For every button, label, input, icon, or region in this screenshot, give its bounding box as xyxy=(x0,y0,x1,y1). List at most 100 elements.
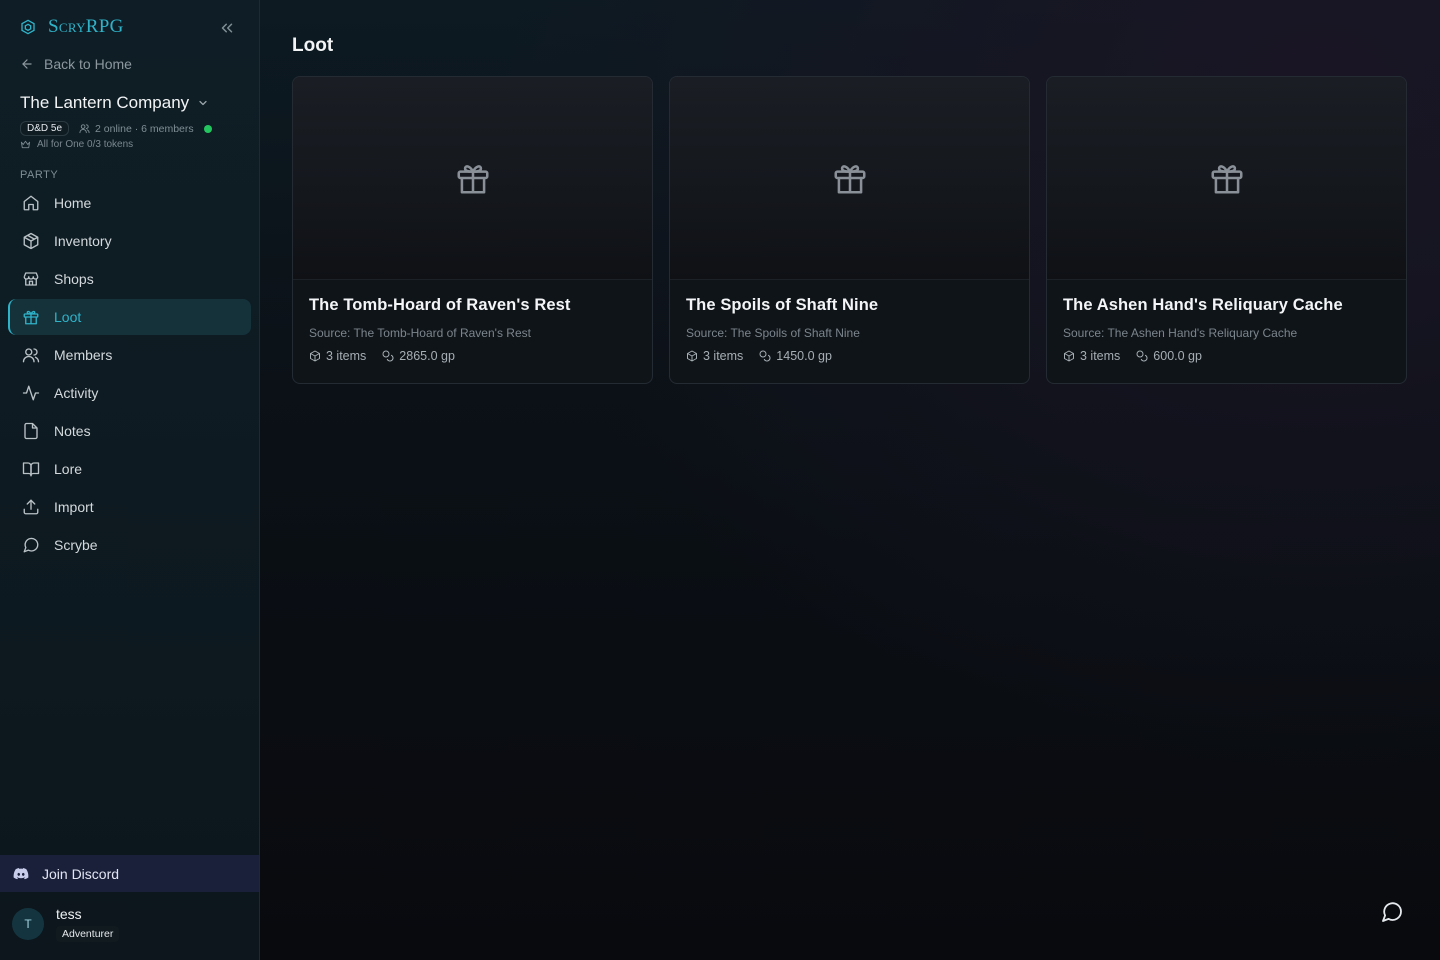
campaign-meta: D&D 5e 2 online · 6 members xyxy=(20,121,240,136)
gift-icon xyxy=(456,165,489,194)
chat-icon xyxy=(23,537,39,553)
loot-card[interactable]: The Spoils of Shaft Nine Source: The Spo… xyxy=(669,76,1030,384)
activity-icon xyxy=(22,385,40,401)
user-role-badge: Adventurer xyxy=(56,926,120,942)
party-section-label: PARTY xyxy=(20,169,59,181)
join-discord-button[interactable]: Join Discord xyxy=(0,855,259,892)
sidebar-nav: Home Inventory Shops Loot Members Activi… xyxy=(8,185,251,565)
brand-name: ScryRPG xyxy=(48,16,124,37)
avatar: T xyxy=(12,908,44,940)
tokens-info: All for One 0/3 tokens xyxy=(20,139,240,150)
sidebar-item-activity[interactable]: Activity xyxy=(8,375,251,411)
tokens-text: All for One 0/3 tokens xyxy=(37,139,134,150)
package-icon xyxy=(687,350,697,362)
sidebar-item-label: Shops xyxy=(54,271,94,287)
back-to-home-label: Back to Home xyxy=(44,56,132,72)
chat-bubble-icon[interactable] xyxy=(1380,900,1404,924)
item-count: 3 items xyxy=(309,349,366,363)
sidebar-item-label: Import xyxy=(54,499,94,515)
members-text: 2 online · 6 members xyxy=(95,122,194,135)
item-count-text: 3 items xyxy=(703,349,744,363)
loot-card-image xyxy=(293,77,652,280)
sidebar-item-label: Notes xyxy=(54,423,91,439)
loot-card-image xyxy=(670,77,1029,280)
gift-icon xyxy=(1210,165,1243,194)
campaign-name: The Lantern Company xyxy=(20,93,190,112)
campaign-info: The Lantern Company D&D 5e 2 online · 6 … xyxy=(20,93,240,150)
brand[interactable]: ScryRPG xyxy=(20,16,124,38)
join-discord-label: Join Discord xyxy=(42,865,120,882)
loot-card-source: Source: The Tomb-Hoard of Raven's Rest xyxy=(309,326,531,340)
collapse-sidebar-icon[interactable] xyxy=(218,19,236,37)
app: ScryRPG Back to Home The Lantern Company… xyxy=(0,0,1440,960)
main-content: Loot The Tomb-Hoard of Raven's Rest Sour… xyxy=(260,0,1440,960)
sidebar-item-loot[interactable]: Loot xyxy=(8,299,251,335)
loot-card-body: The Ashen Hand's Reliquary Cache Source:… xyxy=(1047,280,1406,363)
item-count-text: 3 items xyxy=(326,349,367,363)
gold-value: 600.0 gp xyxy=(1136,349,1202,363)
loot-card-title: The Spoils of Shaft Nine xyxy=(686,296,879,314)
discord-icon xyxy=(13,867,29,879)
coins-icon xyxy=(1136,350,1148,362)
online-status-dot xyxy=(203,124,212,133)
loot-card-source: Source: The Ashen Hand's Reliquary Cache xyxy=(1063,326,1298,340)
gold-value-text: 1450.0 gp xyxy=(776,349,832,363)
arrow-left-icon xyxy=(22,59,32,69)
game-system-badge: D&D 5e xyxy=(20,121,70,136)
gold-value: 1450.0 gp xyxy=(759,349,832,363)
sidebar-item-import[interactable]: Import xyxy=(8,489,251,525)
loot-card-body: The Tomb-Hoard of Raven's Rest Source: T… xyxy=(293,280,652,363)
loot-card-title: The Tomb-Hoard of Raven's Rest xyxy=(309,296,571,314)
item-count: 3 items xyxy=(1063,349,1120,363)
loot-card-body: The Spoils of Shaft Nine Source: The Spo… xyxy=(670,280,1029,363)
sidebar-item-lore[interactable]: Lore xyxy=(8,451,251,487)
package-icon xyxy=(310,350,320,362)
coins-icon xyxy=(382,350,394,362)
book-icon xyxy=(22,462,40,477)
crown-icon xyxy=(20,140,31,149)
sidebar-item-label: Activity xyxy=(54,385,99,401)
sidebar-item-label: Scrybe xyxy=(54,537,98,553)
loot-card[interactable]: The Ashen Hand's Reliquary Cache Source:… xyxy=(1046,76,1407,384)
loot-card-stats: 3 items 600.0 gp xyxy=(1063,349,1390,363)
item-count: 3 items xyxy=(686,349,743,363)
loot-card-stats: 3 items 2865.0 gp xyxy=(309,349,636,363)
loot-card-image xyxy=(1047,77,1406,280)
gift-icon xyxy=(23,310,39,325)
package-icon xyxy=(23,232,39,250)
user-details: tess Adventurer xyxy=(56,906,120,942)
back-to-home-link[interactable]: Back to Home xyxy=(20,56,132,72)
gold-value-text: 600.0 gp xyxy=(1153,349,1202,363)
sidebar-item-label: Lore xyxy=(54,461,83,477)
sidebar-item-shops[interactable]: Shops xyxy=(8,261,251,297)
gold-value-text: 2865.0 gp xyxy=(399,349,455,363)
sidebar-item-home[interactable]: Home xyxy=(8,185,251,221)
sidebar-item-scrybe[interactable]: Scrybe xyxy=(8,527,251,563)
sidebar: ScryRPG Back to Home The Lantern Company… xyxy=(0,0,260,960)
home-icon xyxy=(23,195,39,211)
loot-card-stats: 3 items 1450.0 gp xyxy=(686,349,1013,363)
loot-card-title: The Ashen Hand's Reliquary Cache xyxy=(1063,296,1343,314)
sidebar-item-notes[interactable]: Notes xyxy=(8,413,251,449)
sidebar-item-inventory[interactable]: Inventory xyxy=(8,223,251,259)
loot-card[interactable]: The Tomb-Hoard of Raven's Rest Source: T… xyxy=(292,76,653,384)
item-count-text: 3 items xyxy=(1080,349,1121,363)
loot-card-grid: The Tomb-Hoard of Raven's Rest Source: T… xyxy=(292,76,1407,384)
file-icon xyxy=(24,422,38,440)
package-icon xyxy=(1064,350,1074,362)
loot-card-source: Source: The Spoils of Shaft Nine xyxy=(686,326,860,340)
sidebar-item-label: Loot xyxy=(54,309,82,325)
campaign-switcher[interactable]: The Lantern Company xyxy=(20,93,240,113)
sidebar-item-label: Inventory xyxy=(54,233,112,249)
sidebar-item-members[interactable]: Members xyxy=(8,337,251,373)
upload-icon xyxy=(23,499,39,515)
chevron-down-icon xyxy=(199,100,207,106)
sidebar-item-label: Members xyxy=(54,347,113,363)
gift-icon xyxy=(833,165,866,194)
users-icon xyxy=(79,124,90,134)
user-profile[interactable]: T tess Adventurer xyxy=(12,906,120,942)
hexagon-logo-icon xyxy=(21,19,35,35)
sidebar-item-label: Home xyxy=(54,195,92,211)
coins-icon xyxy=(759,350,771,362)
user-name: tess xyxy=(56,906,82,922)
